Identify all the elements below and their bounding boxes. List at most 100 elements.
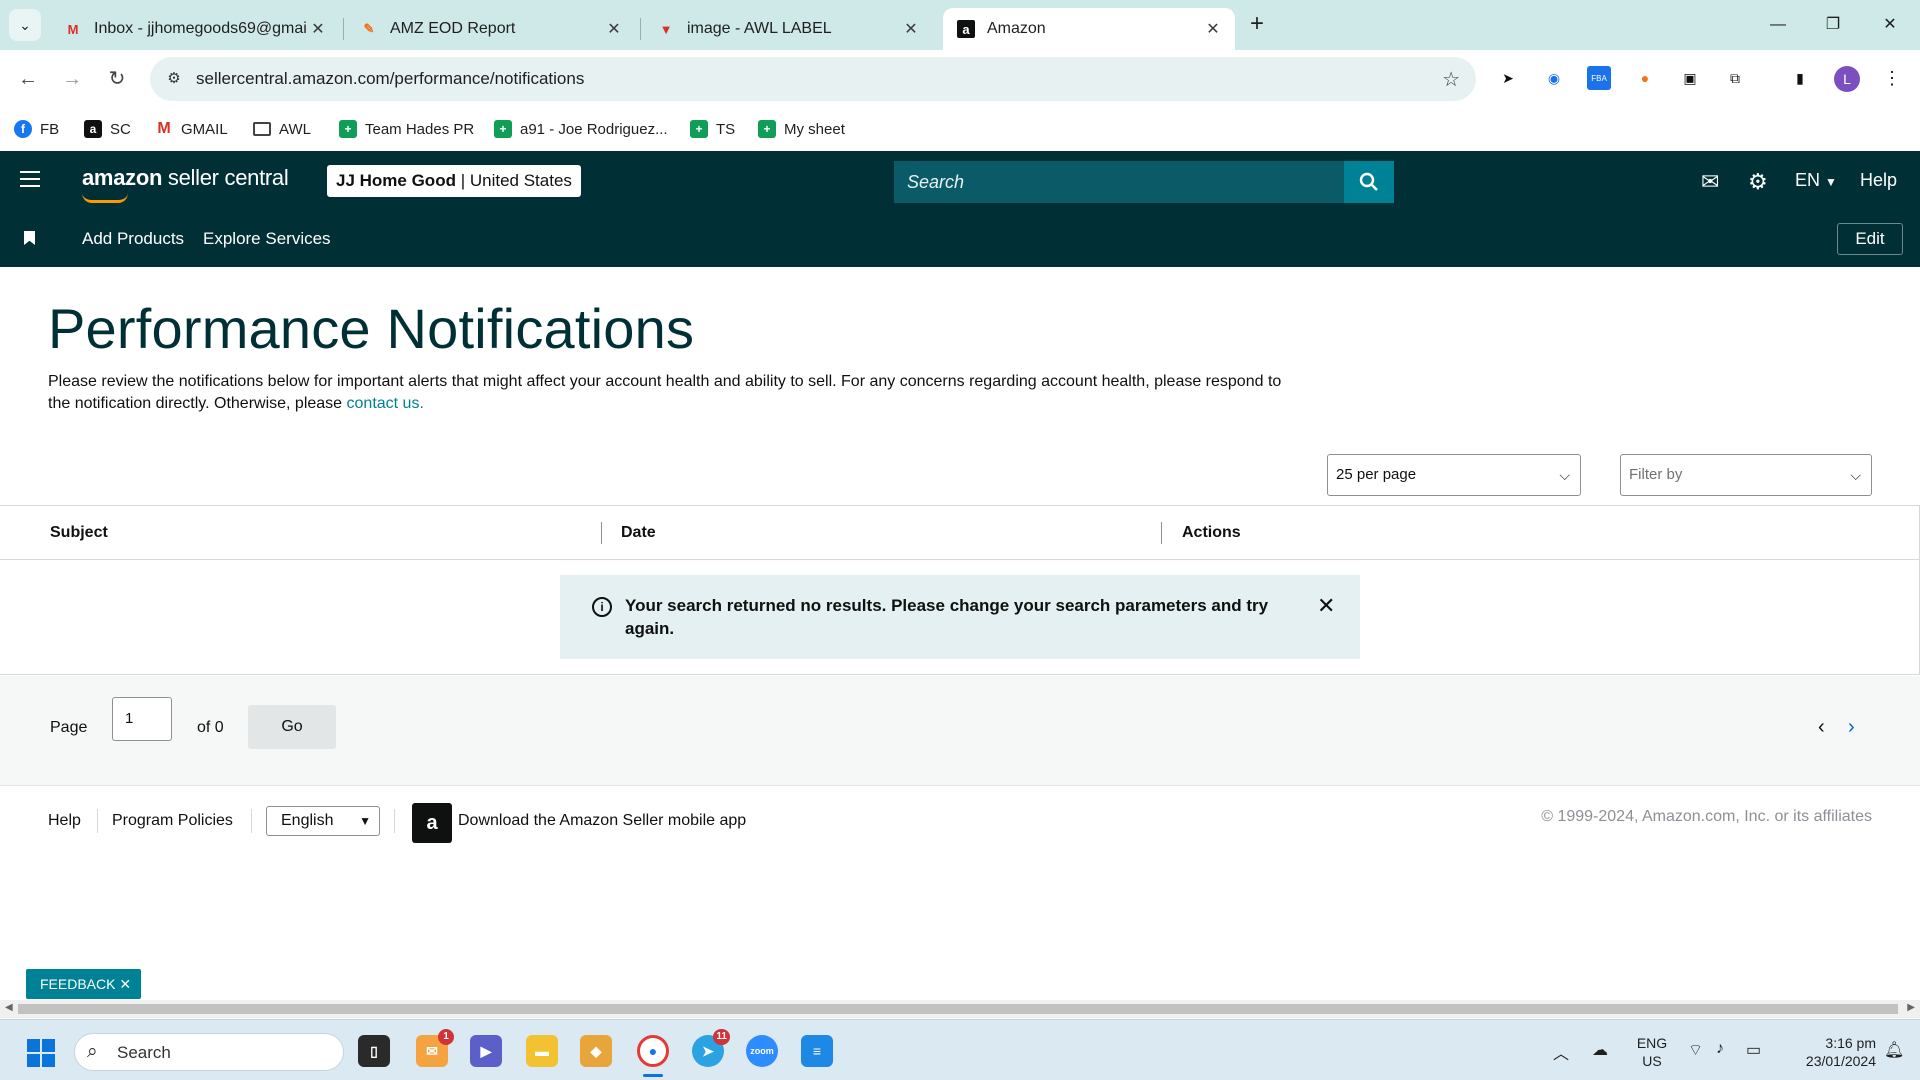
input-language[interactable]: ENG US xyxy=(1630,1034,1674,1070)
help-link[interactable]: Help xyxy=(1860,170,1897,191)
restore-button[interactable]: ❐ xyxy=(1818,10,1848,40)
bookmark-my-sheet[interactable]: + My sheet xyxy=(758,118,845,140)
chevron-right-icon[interactable]: › xyxy=(1848,716,1855,739)
column-date[interactable]: Date xyxy=(621,524,656,542)
search-button[interactable] xyxy=(1344,161,1394,203)
tab-amz-eod-report[interactable]: ✎ AMZ EOD Report ✕ xyxy=(346,8,636,50)
telegram-icon[interactable]: ➤ 11 xyxy=(692,1029,730,1067)
footer-divider xyxy=(394,809,395,833)
address-bar[interactable]: ⚙ sellercentral.amazon.com/performance/n… xyxy=(150,57,1476,101)
minimize-button[interactable]: — xyxy=(1763,10,1793,40)
scrollbar-thumb[interactable] xyxy=(18,1004,1898,1014)
taskbar-search[interactable]: ⌕ Search xyxy=(74,1033,344,1071)
no-results-alert: i Your search returned no results. Pleas… xyxy=(560,575,1360,659)
volume-icon[interactable]: ♪ xyxy=(1716,1040,1724,1058)
edit-button[interactable]: Edit xyxy=(1837,223,1903,255)
tab-gmail[interactable]: M Inbox - jjhomegoods69@gmail. ✕ xyxy=(50,8,340,50)
mail-icon[interactable]: ✉ xyxy=(1701,169,1719,195)
menu-kebab-icon[interactable]: ⋮ xyxy=(1880,66,1904,90)
mail-app-icon[interactable]: ✉ 1 xyxy=(416,1029,454,1067)
hamburger-menu-icon[interactable] xyxy=(20,171,40,187)
forward-button[interactable]: → xyxy=(57,64,87,94)
go-button[interactable]: Go xyxy=(248,705,336,749)
notepad-icon[interactable]: ≡ xyxy=(801,1035,833,1067)
bookmark-icon[interactable] xyxy=(24,231,35,245)
file-explorer-icon[interactable]: ▬ xyxy=(526,1035,558,1067)
bookmark-team-hades-pr[interactable]: + Team Hades PR xyxy=(339,118,474,140)
url-text[interactable]: sellercentral.amazon.com/performance/not… xyxy=(196,69,584,89)
notification-bell-icon[interactable]: 🔔︎ xyxy=(1884,1040,1904,1060)
close-icon[interactable]: ✕ xyxy=(1317,593,1335,619)
windows-start-icon[interactable] xyxy=(27,1039,55,1067)
gear-icon[interactable]: ⚙ xyxy=(1748,169,1768,195)
clock[interactable]: 3:16 pm 23/01/2024 xyxy=(1780,1034,1876,1070)
footer-help-link[interactable]: Help xyxy=(48,812,81,830)
page-number-input[interactable]: 1 xyxy=(112,697,172,741)
bookmark-ts[interactable]: + TS xyxy=(690,118,735,140)
bookmark-sc[interactable]: a SC xyxy=(84,118,131,140)
per-page-select[interactable]: 25 per page ⌵ xyxy=(1327,454,1581,496)
new-tab-button[interactable]: + xyxy=(1244,12,1270,38)
wifi-icon[interactable]: ⌔ xyxy=(1688,1040,1703,1060)
tab-amazon[interactable]: a Amazon ✕ xyxy=(943,8,1235,50)
bookmark-gmail[interactable]: M GMAIL xyxy=(155,118,227,140)
app-cat-icon[interactable]: ◆ xyxy=(580,1035,612,1067)
chrome-icon[interactable]: ● xyxy=(637,1035,669,1067)
seller-app-icon[interactable]: a xyxy=(412,803,452,843)
bookmark-a91[interactable]: + a91 - Joe Rodriguez... xyxy=(494,118,668,140)
avatar[interactable]: L xyxy=(1834,66,1860,92)
close-icon[interactable]: ✕ xyxy=(1201,17,1225,41)
bookmark-fb[interactable]: f FB xyxy=(14,118,59,140)
teams-icon[interactable]: ▶ xyxy=(470,1035,502,1067)
language-selector[interactable]: EN ▼ xyxy=(1795,170,1837,191)
extension-fba-icon[interactable]: FBA xyxy=(1587,66,1611,90)
store-switcher[interactable]: JJ Home Good | United States xyxy=(327,165,581,197)
extensions-puzzle-icon[interactable]: ⧉ xyxy=(1723,66,1747,90)
mail-badge: 1 xyxy=(438,1029,454,1045)
tab-awl-label[interactable]: ▼ image - AWL LABEL ✕ xyxy=(643,8,933,50)
close-icon[interactable]: ✕ xyxy=(602,17,626,41)
download-app-link[interactable]: Download the Amazon Seller mobile app xyxy=(458,812,746,830)
extension-camera-icon[interactable]: ▣ xyxy=(1678,66,1702,90)
bookmark-awl[interactable]: AWL xyxy=(253,118,311,140)
onedrive-icon[interactable]: ☁ xyxy=(1592,1040,1608,1060)
contact-us-link[interactable]: contact us. xyxy=(347,395,424,412)
battery-icon[interactable]: ▭ xyxy=(1746,1040,1761,1060)
tray-overflow-icon[interactable]: ︿ xyxy=(1553,1040,1569,1064)
scroll-left-icon[interactable]: ◀ xyxy=(5,1002,13,1013)
extension-arrow-icon[interactable]: ➤ xyxy=(1496,66,1520,90)
program-policies-link[interactable]: Program Policies xyxy=(112,812,233,830)
column-divider xyxy=(1161,522,1162,544)
scroll-right-icon[interactable]: ▶ xyxy=(1907,1002,1915,1013)
site-info-icon[interactable]: ⚙ xyxy=(162,67,186,91)
telegram-badge: 11 xyxy=(713,1029,730,1045)
back-button[interactable]: ← xyxy=(13,64,43,94)
clock-date: 23/01/2024 xyxy=(1805,1053,1876,1069)
close-icon[interactable]: ✕ xyxy=(119,976,131,992)
chevron-left-icon[interactable]: ‹ xyxy=(1818,716,1825,739)
tab-title: AMZ EOD Report xyxy=(390,20,516,37)
search-input[interactable]: Search xyxy=(894,161,1344,203)
gmail-icon: M xyxy=(67,21,79,37)
reload-button[interactable]: ↻ xyxy=(102,64,132,94)
close-window-button[interactable]: ✕ xyxy=(1875,10,1905,40)
tab-search-button[interactable]: ⌄ xyxy=(9,9,41,41)
close-icon[interactable]: ✕ xyxy=(306,17,330,41)
extension-globe-icon[interactable]: ◉ xyxy=(1542,66,1566,90)
add-products-link[interactable]: Add Products xyxy=(82,229,184,249)
horizontal-scrollbar[interactable]: ◀ ▶ xyxy=(0,1000,1920,1018)
task-view-icon[interactable]: ▯ xyxy=(358,1035,390,1067)
footer-language-select[interactable]: English ▼ xyxy=(266,806,380,836)
side-panel-icon[interactable]: ▮ xyxy=(1788,66,1812,90)
footer: Help Program Policies English ▼ a Downlo… xyxy=(0,787,1920,857)
close-icon[interactable]: ✕ xyxy=(899,17,923,41)
filter-by-select[interactable]: Filter by ⌵ xyxy=(1620,454,1872,496)
zoom-icon[interactable]: zoom xyxy=(746,1035,778,1067)
bookmark-star-icon[interactable]: ☆ xyxy=(1442,67,1460,92)
extension-orange-icon[interactable]: ● xyxy=(1633,66,1657,90)
feedback-button[interactable]: FEEDBACK ✕ xyxy=(26,969,141,999)
column-subject[interactable]: Subject xyxy=(50,524,108,542)
seller-central-logo[interactable]: amazon seller central xyxy=(82,165,289,203)
gmail-icon: M xyxy=(157,120,171,137)
explore-services-link[interactable]: Explore Services xyxy=(203,229,331,249)
